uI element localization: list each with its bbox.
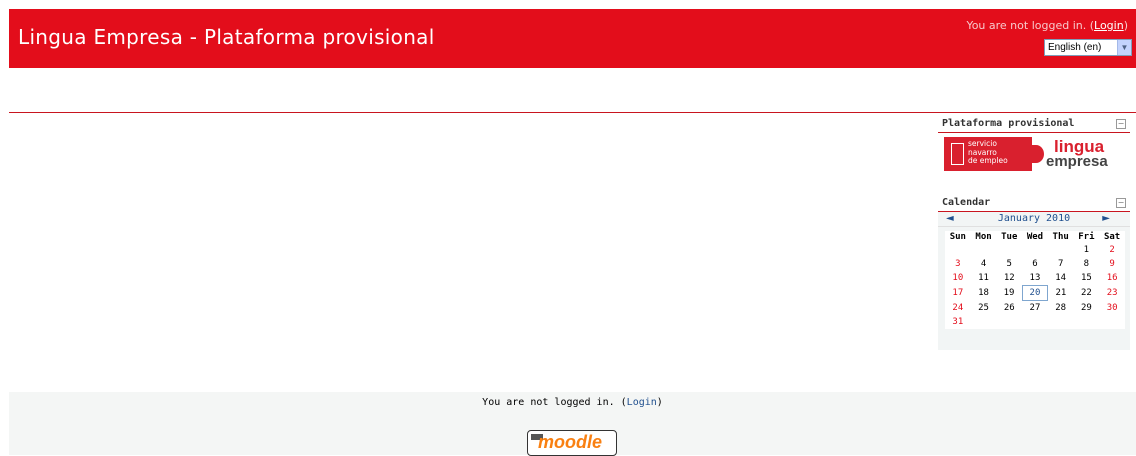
block-header: Calendar − bbox=[938, 195, 1130, 212]
calendar-day[interactable]: 17 bbox=[945, 286, 971, 301]
calendar-day[interactable]: 30 bbox=[1099, 301, 1125, 316]
site-title: Lingua Empresa - Plataforma provisional bbox=[18, 25, 435, 49]
calendar-empty-cell bbox=[1048, 243, 1074, 257]
footer-login-info: You are not logged in. (Login) bbox=[9, 397, 1136, 408]
block-title: Calendar bbox=[942, 197, 991, 208]
calendar-week: 3456789 bbox=[945, 257, 1125, 271]
calendar-day[interactable]: 1 bbox=[1074, 243, 1100, 257]
calendar-week: 24 25 26 27 28 29 30 bbox=[945, 301, 1125, 316]
header-login-link[interactable]: Login bbox=[1094, 19, 1124, 32]
prev-month-icon[interactable]: ◄ bbox=[946, 213, 954, 224]
moodle-logo[interactable]: moodle bbox=[527, 430, 617, 456]
weekday-header: Thu bbox=[1052, 232, 1069, 242]
calendar-empty-cell bbox=[1099, 315, 1125, 329]
calendar-day[interactable]: 24 bbox=[945, 301, 971, 316]
footer-login-link[interactable]: Login bbox=[627, 397, 657, 408]
calendar-week: 12 bbox=[945, 243, 1125, 257]
calendar-empty-cell bbox=[971, 315, 997, 329]
calendar-day[interactable]: 21 bbox=[1048, 286, 1074, 301]
calendar-body: Sun Mon Tue Wed Thu Fri Sat 1 2 3 4 5 6 7 8 9 10 11 12 13 1… bbox=[938, 227, 1130, 350]
language-select-value: English (en) bbox=[1048, 42, 1102, 53]
calendar-empty-cell bbox=[996, 315, 1022, 329]
collapse-icon[interactable]: − bbox=[1116, 198, 1126, 208]
login-prefix: You are not logged in. ( bbox=[482, 397, 627, 408]
weekday-header: Wed bbox=[1026, 232, 1044, 242]
site-header: Lingua Empresa - Plataforma provisional … bbox=[9, 9, 1136, 68]
calendar-day[interactable]: 14 bbox=[1048, 271, 1074, 286]
logo-wave-icon bbox=[1028, 145, 1044, 163]
calendar-block: Calendar − January 2010 ◄ ► Sun Mon Tue Wed… bbox=[938, 195, 1130, 350]
calendar-day[interactable]: 11 bbox=[971, 271, 997, 286]
page-footer: You are not logged in. (Login) moodle bbox=[9, 392, 1136, 456]
language-select[interactable]: English (en) ▼ bbox=[1044, 39, 1132, 56]
calendar-day[interactable]: 27 bbox=[1022, 301, 1048, 316]
moodle-logo-text: moodle bbox=[538, 432, 603, 452]
calendar-day[interactable]: 3 bbox=[945, 257, 971, 271]
calendar-day[interactable]: 8 bbox=[1074, 257, 1100, 271]
calendar-day[interactable]: 2 bbox=[1099, 243, 1125, 257]
calendar-day[interactable]: 7 bbox=[1048, 257, 1074, 271]
calendar-day[interactable]: 25 bbox=[971, 301, 997, 316]
calendar-day[interactable]: 22 bbox=[1074, 286, 1100, 301]
navarra-emblem-icon bbox=[951, 143, 964, 165]
weekday-header: Fri bbox=[1078, 232, 1095, 242]
next-month-icon[interactable]: ► bbox=[1102, 213, 1110, 224]
calendar-empty-cell bbox=[945, 243, 971, 257]
header-login-info: You are not logged in. (Login) bbox=[966, 19, 1128, 32]
calendar-day[interactable]: 13 bbox=[1022, 271, 1048, 286]
collapse-icon[interactable]: − bbox=[1116, 119, 1126, 129]
calendar-day[interactable]: 4 bbox=[971, 257, 997, 271]
login-suffix: ) bbox=[1123, 19, 1128, 32]
calendar-day[interactable]: 12 bbox=[996, 271, 1022, 286]
plataforma-block: Plataforma provisional − servicio navarr… bbox=[938, 116, 1130, 172]
calendar-day[interactable]: 16 bbox=[1099, 271, 1125, 286]
calendar-day[interactable]: 31 bbox=[945, 315, 971, 329]
calendar-table: Sun Mon Tue Wed Thu Fri Sat 1 2 3 4 5 6 7 8 9 10 11 12 13 1… bbox=[945, 231, 1125, 329]
weekday-header: Tue bbox=[1001, 232, 1018, 242]
calendar-empty-cell bbox=[1022, 315, 1048, 329]
weekday-header: Sat bbox=[1103, 232, 1121, 242]
calendar-empty-cell bbox=[1022, 243, 1048, 257]
logo-empresa: empresa bbox=[1046, 153, 1108, 170]
navigation-bar bbox=[9, 68, 1136, 113]
calendar-day[interactable]: 10 bbox=[945, 271, 971, 286]
calendar-day[interactable]: 9 bbox=[1099, 257, 1125, 271]
calendar-day[interactable]: 6 bbox=[1022, 257, 1048, 271]
calendar-empty-cell bbox=[1074, 315, 1100, 329]
calendar-empty-cell bbox=[971, 243, 997, 257]
block-header: Plataforma provisional − bbox=[938, 116, 1130, 133]
calendar-month[interactable]: January 2010 bbox=[938, 213, 1130, 224]
weekday-header: Sun bbox=[949, 232, 966, 242]
login-suffix: ) bbox=[656, 397, 663, 408]
calendar-empty-cell bbox=[996, 243, 1022, 257]
calendar-day[interactable]: 29 bbox=[1074, 301, 1100, 316]
lingua-empresa-logo: servicio navarro de empleo lingua empres… bbox=[944, 137, 1123, 171]
login-prefix: You are not logged in. ( bbox=[966, 19, 1095, 32]
calendar-day[interactable]: 23 bbox=[1099, 286, 1125, 301]
calendar-day[interactable]: 15 bbox=[1074, 271, 1100, 286]
calendar-week: 17 18 19 20 21 22 23 bbox=[945, 285, 1125, 301]
calendar-day[interactable]: 5 bbox=[996, 257, 1022, 271]
calendar-week: 10 11 12 13 14 15 16 bbox=[945, 271, 1125, 286]
calendar-day[interactable]: 26 bbox=[996, 301, 1022, 316]
chevron-down-icon[interactable]: ▼ bbox=[1117, 40, 1131, 55]
calendar-week: 31 bbox=[945, 315, 1125, 329]
calendar-day[interactable]: 20 bbox=[1021, 285, 1049, 301]
weekday-header: Mon bbox=[975, 232, 992, 242]
calendar-empty-cell bbox=[1048, 315, 1074, 329]
calendar-day[interactable]: 19 bbox=[996, 286, 1022, 301]
sne-logo: servicio navarro de empleo bbox=[944, 137, 1032, 171]
calendar-day[interactable]: 18 bbox=[971, 286, 997, 301]
calendar-nav: January 2010 ◄ ► bbox=[938, 212, 1130, 227]
block-title: Plataforma provisional bbox=[942, 118, 1075, 129]
calendar-day[interactable]: 28 bbox=[1048, 301, 1074, 316]
